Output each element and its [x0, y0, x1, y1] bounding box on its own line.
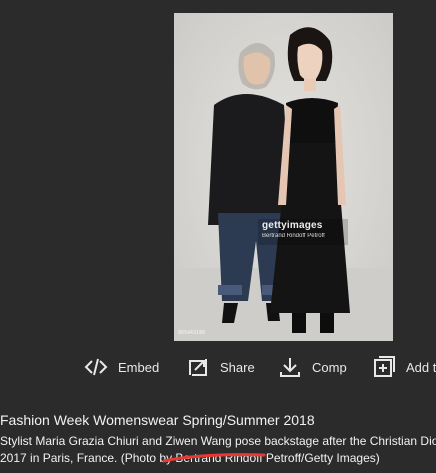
getty-watermark: gettyimages Bertrand Rindoff Petroff [262, 221, 362, 243]
download-icon [278, 355, 302, 379]
add-to-board-icon [372, 355, 396, 379]
watermark-logo: gettyimages [262, 220, 323, 231]
add-to-label: Add to [406, 359, 436, 375]
caption-line-2: 2017 in Paris, France. (Photo by Bertran… [0, 451, 380, 465]
image-caption: Fashion Week Womenswear Spring/Summer 20… [0, 412, 436, 467]
caption-title: Fashion Week Womenswear Spring/Summer 20… [0, 412, 315, 428]
caption-line-1: Stylist Maria Grazia Chiuri and Ziwen Wa… [0, 434, 436, 448]
comp-label: Comp [312, 359, 347, 375]
watermark-credit: Bertrand Rindoff Petroff [262, 233, 325, 239]
action-bar: Embed Share Comp Add to [0, 352, 436, 382]
embed-button[interactable]: Embed [84, 352, 159, 382]
share-label: Share [220, 359, 255, 375]
code-icon [84, 355, 108, 379]
comp-button[interactable]: Comp [278, 352, 347, 382]
photo[interactable] [174, 13, 393, 341]
add-to-board-button[interactable]: Add to [372, 352, 436, 382]
share-icon [186, 355, 210, 379]
share-button[interactable]: Share [186, 352, 255, 382]
image-id-label: 865443180 [178, 330, 206, 336]
photo-scene [174, 13, 393, 341]
embed-label: Embed [118, 359, 160, 375]
